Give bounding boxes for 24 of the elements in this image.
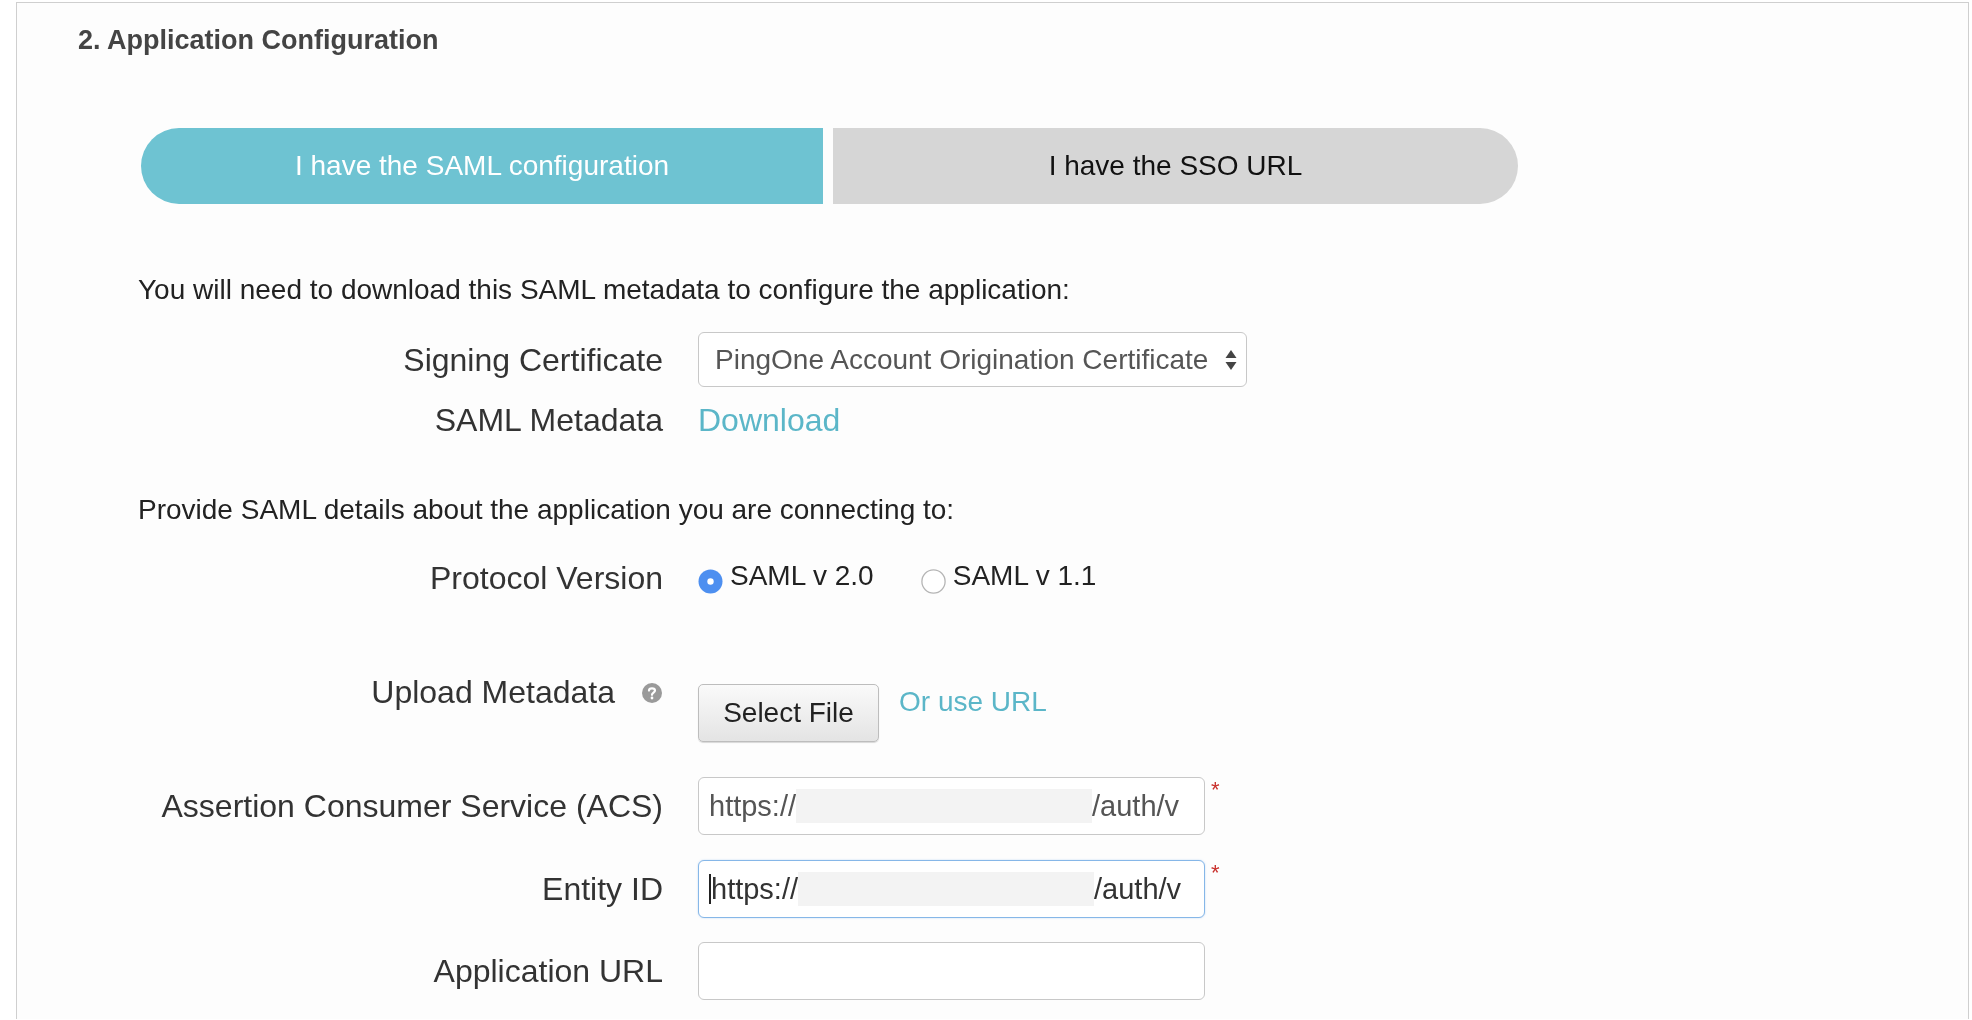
radio-button[interactable] bbox=[920, 568, 946, 594]
field-label: Upload Metadata bbox=[371, 674, 615, 710]
field-label: SAML Metadata bbox=[434, 402, 663, 438]
field-label: Protocol Version bbox=[430, 560, 663, 596]
section-title: 2. Application Configuration bbox=[78, 24, 439, 56]
help-icon[interactable] bbox=[642, 683, 662, 703]
radio-label: SAML v 1.1 bbox=[952, 560, 1097, 592]
option-tab[interactable]: I have the SSO URL bbox=[833, 128, 1518, 204]
instruction-text: Provide SAML details about the application you are connecting to: bbox=[138, 493, 955, 527]
text-input-field[interactable]: https:// /auth/v bbox=[698, 860, 1205, 918]
field-label: Signing Certificate bbox=[403, 341, 663, 378]
updown-caret-icon bbox=[1225, 348, 1237, 371]
field-label: Application URL bbox=[433, 953, 663, 989]
field-label: Assertion Consumer Service (ACS) bbox=[161, 788, 663, 824]
select-file-button[interactable]: Select File bbox=[698, 684, 879, 742]
radio-label: SAML v 2.0 bbox=[730, 560, 874, 592]
text-input-field[interactable] bbox=[698, 942, 1205, 1000]
required-asterisk: * bbox=[1211, 779, 1220, 801]
field-label: Entity ID bbox=[542, 871, 663, 907]
text-input-field[interactable]: https:// /auth/v bbox=[698, 777, 1205, 835]
instruction-text: You will need to download this SAML metadata to configure the application: bbox=[138, 273, 1070, 307]
required-asterisk: * bbox=[1211, 862, 1220, 884]
certificate-select[interactable]: PingOne Account Origination Certificate bbox=[698, 332, 1247, 387]
radio-button[interactable] bbox=[698, 568, 723, 594]
